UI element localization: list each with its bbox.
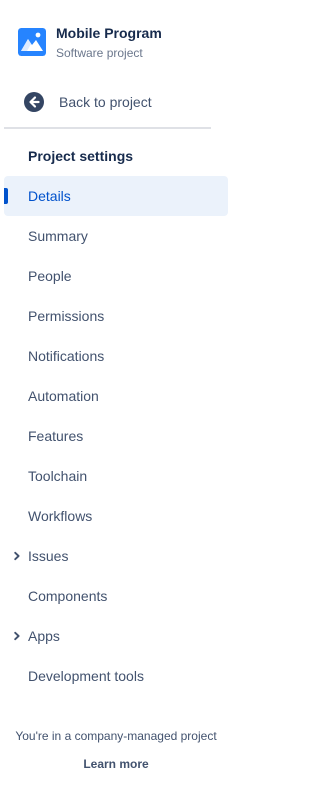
nav-item-label: Details — [28, 188, 71, 204]
project-meta: Mobile Program Software project — [56, 24, 162, 59]
back-to-project-link[interactable]: Back to project — [24, 91, 152, 113]
nav-item-label: Permissions — [28, 308, 105, 324]
nav-item-label: Automation — [28, 388, 99, 404]
mountain-avatar-icon — [18, 28, 46, 56]
project-type: Software project — [56, 46, 143, 60]
nav-item-label: Notifications — [28, 348, 105, 364]
project-settings-sidebar: Mobile Program Software project Back to … — [0, 0, 235, 790]
project-header: Mobile Program Software project — [18, 24, 227, 64]
nav-item-summary[interactable]: Summary — [4, 216, 228, 256]
nav-item-label: Issues — [28, 548, 69, 564]
nav-item-label: Summary — [28, 228, 88, 244]
nav-item-components[interactable]: Components — [4, 576, 228, 616]
settings-nav: Details Summary People Permissions Notif… — [4, 176, 228, 696]
nav-item-permissions[interactable]: Permissions — [4, 296, 228, 336]
nav-item-issues[interactable]: Issues — [4, 536, 228, 576]
learn-more-link[interactable]: Learn more — [0, 757, 232, 771]
nav-item-automation[interactable]: Automation — [4, 376, 228, 416]
nav-item-development-tools[interactable]: Development tools — [4, 656, 228, 696]
nav-item-toolchain[interactable]: Toolchain — [4, 456, 228, 496]
nav-item-label: Apps — [28, 628, 60, 644]
nav-item-people[interactable]: People — [4, 256, 228, 296]
nav-item-label: Development tools — [28, 668, 144, 684]
nav-item-label: Components — [28, 588, 108, 604]
divider — [4, 127, 211, 129]
project-name: Mobile Program — [56, 25, 162, 41]
nav-item-details[interactable]: Details — [4, 176, 228, 216]
chevron-right-icon — [14, 631, 20, 641]
nav-item-features[interactable]: Features — [4, 416, 228, 456]
nav-item-label: Toolchain — [28, 468, 88, 484]
nav-item-notifications[interactable]: Notifications — [4, 336, 228, 376]
nav-item-workflows[interactable]: Workflows — [4, 496, 228, 536]
nav-item-label: Features — [28, 428, 84, 444]
nav-item-label: People — [28, 268, 72, 284]
nav-item-label: Workflows — [28, 508, 93, 524]
back-to-project-label: Back to project — [59, 94, 152, 110]
chevron-right-icon — [14, 551, 20, 561]
arrow-left-circle-icon — [24, 92, 44, 112]
project-type-notice: You're in a company-managed project — [15, 729, 217, 743]
settings-heading: Project settings — [28, 148, 134, 164]
nav-item-apps[interactable]: Apps — [4, 616, 228, 656]
